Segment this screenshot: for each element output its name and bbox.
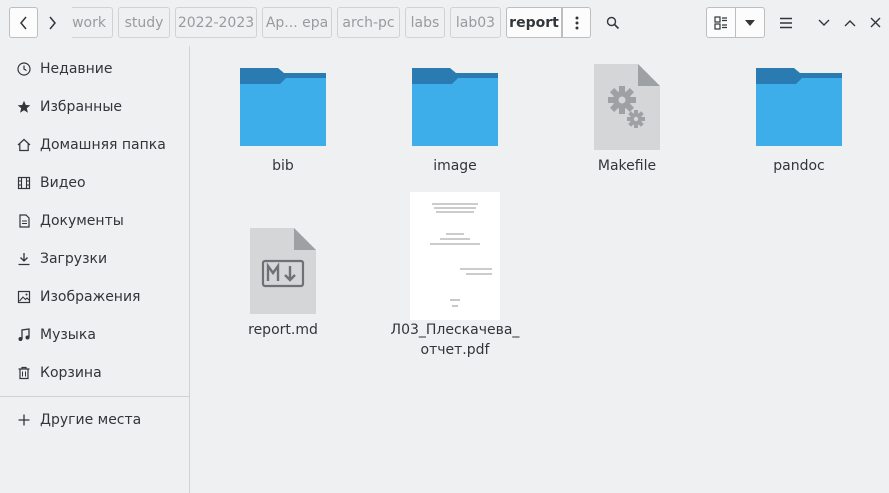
back-button[interactable] — [9, 7, 38, 38]
sidebar-item-label: Изображения — [40, 289, 141, 305]
breadcrumb-label: study — [124, 14, 164, 31]
forward-button[interactable] — [39, 7, 65, 38]
sidebar-item-home[interactable]: Домашняя папка — [0, 127, 189, 163]
vertical-dots-icon — [575, 16, 578, 29]
sidebar-item-other-places[interactable]: Другие места — [0, 402, 189, 438]
breadcrumb-ar-era[interactable]: Ар... ера — [262, 7, 332, 38]
sidebar-item-label: Музыка — [40, 327, 96, 343]
breadcrumb-label: arch-pc — [342, 14, 395, 31]
main-menu-button[interactable] — [773, 7, 799, 38]
trash-icon — [16, 365, 32, 381]
folder-icon — [412, 68, 498, 146]
breadcrumb-label: 2022-2023 — [177, 14, 255, 31]
path-menu-button[interactable] — [562, 7, 591, 38]
sidebar-item-music[interactable]: Музыка — [0, 317, 189, 353]
sidebar-item-pictures[interactable]: Изображения — [0, 279, 189, 315]
chevron-up-icon — [844, 19, 856, 26]
breadcrumb-label: report — [509, 14, 559, 31]
triangle-down-icon — [745, 19, 755, 26]
file-name: image — [433, 158, 477, 174]
sidebar-item-label: Избранные — [40, 99, 122, 115]
home-icon — [16, 137, 32, 153]
file-item-pdf[interactable]: Л03_Плескачева_ отчет.pdf — [388, 190, 523, 370]
sidebar-item-favorites[interactable]: Избранные — [0, 89, 189, 125]
music-icon — [16, 327, 32, 343]
file-name: bib — [272, 158, 294, 174]
star-icon — [16, 99, 32, 115]
file-name: pandoc — [773, 158, 825, 174]
sidebar: Недавние Избранные Домашняя папка Видео … — [0, 46, 190, 493]
sidebar-item-label: Другие места — [40, 412, 142, 428]
breadcrumb-label: work — [72, 14, 106, 31]
breadcrumb-report[interactable]: report — [506, 7, 562, 38]
close-icon — [870, 17, 880, 28]
chevron-down-icon — [818, 19, 830, 26]
sidebar-item-downloads[interactable]: Загрузки — [0, 241, 189, 277]
view-toggle-button[interactable] — [706, 7, 736, 38]
file-item-report-md[interactable]: report.md — [216, 226, 351, 346]
breadcrumb-2022-2023[interactable]: 2022-2023 — [175, 7, 257, 38]
folder-icon — [756, 68, 842, 146]
sidebar-item-label: Видео — [40, 175, 86, 191]
markdown-file-icon — [250, 228, 316, 314]
close-button[interactable] — [862, 7, 888, 38]
breadcrumb-label: lab03 — [455, 14, 496, 31]
image-icon — [16, 289, 32, 305]
file-item-makefile[interactable]: Makefile — [560, 64, 695, 184]
film-icon — [16, 175, 32, 191]
breadcrumb-work[interactable]: work — [72, 7, 113, 38]
search-button[interactable] — [600, 7, 626, 38]
sidebar-divider — [0, 396, 189, 397]
breadcrumb-lab03[interactable]: lab03 — [450, 7, 501, 38]
gears-file-icon — [594, 64, 660, 150]
sidebar-item-recent[interactable]: Недавние — [0, 51, 189, 87]
search-icon — [606, 16, 620, 29]
chevron-left-icon — [19, 16, 27, 29]
sidebar-item-label: Недавние — [40, 61, 113, 77]
file-name: report.md — [248, 322, 318, 338]
grid-list-view-icon — [714, 15, 727, 30]
file-item-image[interactable]: image — [388, 64, 523, 184]
hamburger-icon — [780, 17, 792, 28]
document-icon — [16, 213, 32, 229]
minimize-button[interactable] — [811, 7, 837, 38]
download-icon — [16, 251, 32, 267]
chevron-right-icon — [49, 16, 56, 29]
sidebar-item-documents[interactable]: Документы — [0, 203, 189, 239]
breadcrumb-study[interactable]: study — [118, 7, 170, 38]
breadcrumb-labs[interactable]: labs — [405, 7, 445, 38]
breadcrumb-arch-pc[interactable]: arch-pc — [337, 7, 400, 38]
file-grid: bib image Makefile pandoc report.md Л03_… — [191, 46, 889, 493]
file-name-line1: Л03_Плескачева_ — [390, 322, 520, 338]
header-bar: work study 2022-2023 Ар... ера arch-pc l… — [0, 0, 889, 46]
sidebar-item-label: Загрузки — [40, 251, 108, 267]
sidebar-item-trash[interactable]: Корзина — [0, 355, 189, 391]
plus-icon — [16, 412, 32, 428]
folder-icon — [240, 68, 326, 146]
file-item-bib[interactable]: bib — [216, 64, 351, 184]
sidebar-item-label: Документы — [40, 213, 124, 229]
view-options-button[interactable] — [735, 7, 765, 38]
sidebar-item-videos[interactable]: Видео — [0, 165, 189, 201]
breadcrumb-label: labs — [410, 14, 440, 31]
pdf-thumbnail-icon — [410, 192, 500, 320]
file-item-pandoc[interactable]: pandoc — [732, 64, 867, 184]
file-name-line2: отчет.pdf — [420, 342, 490, 358]
sidebar-item-label: Домашняя папка — [40, 137, 166, 153]
breadcrumb-label: Ар... ера — [265, 14, 329, 31]
maximize-button[interactable] — [837, 7, 863, 38]
clock-icon — [16, 61, 32, 77]
file-name: Makefile — [597, 158, 657, 174]
sidebar-item-label: Корзина — [40, 365, 102, 381]
